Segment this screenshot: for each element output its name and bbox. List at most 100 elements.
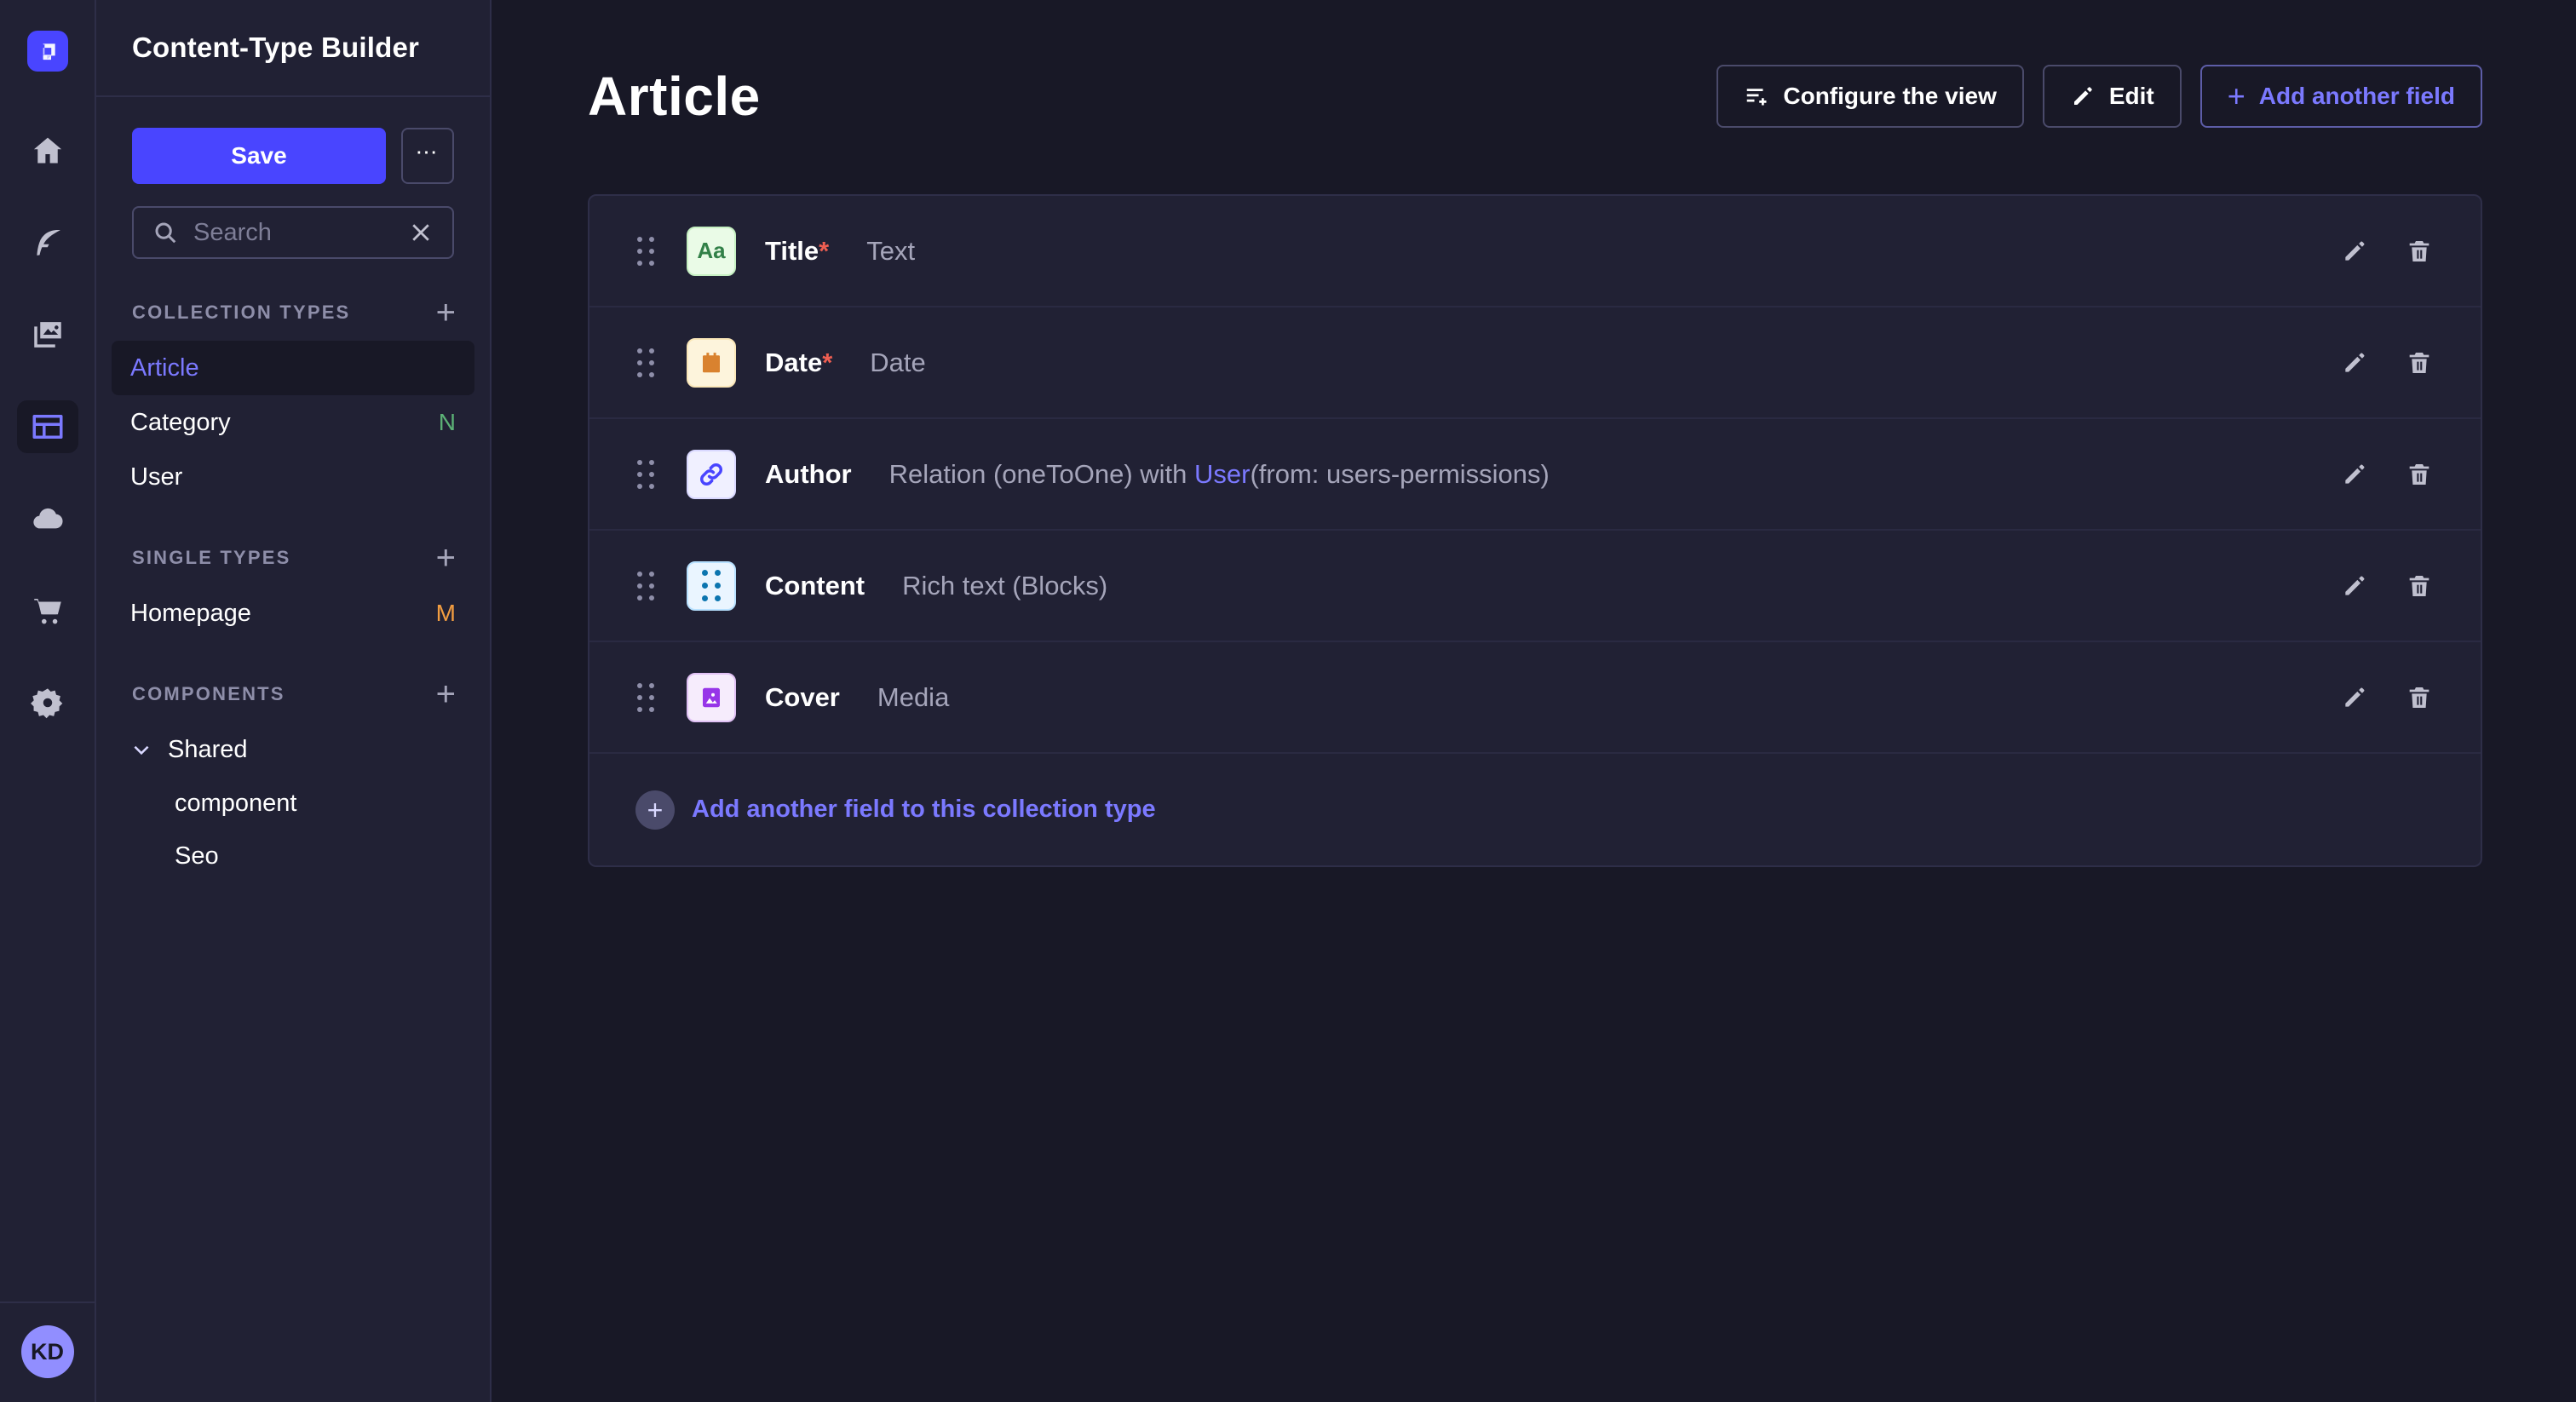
drag-handle-icon[interactable] <box>637 572 654 600</box>
field-row-author: Author Relation (oneToOne) with User(fro… <box>589 419 2481 531</box>
main-header: Article Configure the view Edit + Add an… <box>588 65 2482 128</box>
drag-handle-icon[interactable] <box>637 237 654 266</box>
relation-field-icon <box>687 450 736 499</box>
field-row-cover: Cover Media <box>589 642 2481 754</box>
search-input[interactable] <box>193 219 393 247</box>
rail-footer: KD <box>0 1301 95 1402</box>
text-field-icon: Aa <box>687 227 736 276</box>
media-library-icon[interactable] <box>17 308 78 361</box>
drag-handle-icon[interactable] <box>637 683 654 712</box>
strapi-logo-icon[interactable] <box>27 31 68 72</box>
sidebar-item-component[interactable]: component <box>112 777 474 830</box>
add-component-icon[interactable]: + <box>436 681 456 707</box>
sidebar-item-user[interactable]: User <box>112 450 474 504</box>
field-type: Text <box>866 236 915 267</box>
add-field-footer-button[interactable]: + Add another field to this collection t… <box>589 754 2481 865</box>
date-field-icon <box>687 338 736 388</box>
field-name: Title* <box>765 236 829 267</box>
user-avatar[interactable]: KD <box>21 1325 74 1378</box>
cloud-icon[interactable] <box>17 492 78 545</box>
edit-field-icon[interactable] <box>2341 684 2368 711</box>
ctb-sidebar: Content-Type Builder Save ⋯ COLLECTION T… <box>96 0 492 1402</box>
delete-field-icon[interactable] <box>2406 684 2433 711</box>
collection-types-list: Article Category N User <box>112 341 474 504</box>
row-actions <box>2341 684 2433 711</box>
field-row-date: Date* Date <box>589 307 2481 419</box>
single-types-header: SINGLE TYPES + <box>96 545 490 571</box>
sidebar-body: Save ⋯ COLLECTION TYPES + Article <box>96 97 490 882</box>
main-content: Article Configure the view Edit + Add an… <box>492 0 2576 1402</box>
relation-target-link[interactable]: User <box>1194 459 1250 489</box>
save-button[interactable]: Save <box>132 128 386 184</box>
chevron-down-icon <box>130 738 152 761</box>
header-actions: Configure the view Edit + Add another fi… <box>1716 65 2482 128</box>
required-asterisk: * <box>819 236 829 266</box>
row-actions <box>2341 349 2433 376</box>
sidebar-item-seo[interactable]: Seo <box>112 830 474 882</box>
content-type-builder-icon[interactable] <box>17 400 78 453</box>
field-type: Relation (oneToOne) with User(from: user… <box>889 459 1550 490</box>
delete-field-icon[interactable] <box>2406 349 2433 376</box>
sidebar-item-category[interactable]: Category N <box>112 395 474 450</box>
more-options-icon[interactable]: ⋯ <box>401 128 454 184</box>
quill-icon[interactable] <box>17 216 78 269</box>
add-another-field-button[interactable]: + Add another field <box>2200 65 2482 128</box>
configure-view-button[interactable]: Configure the view <box>1716 65 2023 128</box>
field-name: Content <box>765 571 865 601</box>
plugin-title: Content-Type Builder <box>132 32 419 64</box>
edit-field-icon[interactable] <box>2341 461 2368 488</box>
aa-glyph: Aa <box>697 238 725 264</box>
delete-field-icon[interactable] <box>2406 238 2433 265</box>
nav-rail: KD <box>0 0 96 1402</box>
components-header: COMPONENTS + <box>96 681 490 707</box>
add-field-footer-label: Add another field to this collection typ… <box>692 796 1156 824</box>
edit-field-icon[interactable] <box>2341 349 2368 376</box>
sidebar-item-article[interactable]: Article <box>112 341 474 395</box>
configure-list-icon <box>1744 83 1769 109</box>
sidebar-header: Content-Type Builder <box>96 0 490 97</box>
pencil-icon <box>2070 83 2096 109</box>
section-label: COLLECTION TYPES <box>132 302 350 324</box>
row-actions <box>2341 461 2433 488</box>
section-label: SINGLE TYPES <box>132 547 291 569</box>
marketplace-cart-icon[interactable] <box>17 584 78 637</box>
add-collection-type-icon[interactable]: + <box>436 300 456 325</box>
button-label: Add another field <box>2259 83 2455 110</box>
edit-button[interactable]: Edit <box>2043 65 2182 128</box>
drag-handle-icon[interactable] <box>637 460 654 489</box>
edit-field-icon[interactable] <box>2341 572 2368 600</box>
delete-field-icon[interactable] <box>2406 461 2433 488</box>
new-badge: N <box>439 409 456 436</box>
field-type: Media <box>877 682 949 713</box>
button-label: Edit <box>2109 83 2154 110</box>
media-field-icon <box>687 673 736 722</box>
plus-circle-icon: + <box>635 790 675 830</box>
settings-gear-icon[interactable] <box>17 676 78 729</box>
home-icon[interactable] <box>17 124 78 177</box>
group-label: Shared <box>168 736 248 764</box>
edit-field-icon[interactable] <box>2341 238 2368 265</box>
item-label: Category <box>130 409 231 437</box>
field-row-content: Content Rich text (Blocks) <box>589 531 2481 642</box>
blocks-field-icon <box>687 561 736 611</box>
page-title: Article <box>588 65 761 128</box>
delete-field-icon[interactable] <box>2406 572 2433 600</box>
field-name: Date* <box>765 348 832 378</box>
drag-handle-icon[interactable] <box>637 348 654 377</box>
field-name: Cover <box>765 682 840 713</box>
single-types-list: Homepage M <box>112 586 474 641</box>
add-single-type-icon[interactable]: + <box>436 545 456 571</box>
sidebar-item-homepage[interactable]: Homepage M <box>112 586 474 641</box>
modified-badge: M <box>436 600 456 627</box>
item-label: User <box>130 463 182 491</box>
search-clear-icon[interactable] <box>408 220 434 245</box>
nav-rail-items <box>17 124 78 729</box>
button-label: Configure the view <box>1783 83 1996 110</box>
component-group-shared[interactable]: Shared <box>112 722 474 777</box>
plus-icon: + <box>2228 83 2245 109</box>
field-type: Rich text (Blocks) <box>902 571 1107 601</box>
search-box[interactable] <box>132 206 454 259</box>
item-label: Seo <box>175 842 219 871</box>
collection-types-header: COLLECTION TYPES + <box>96 300 490 325</box>
item-label: Homepage <box>130 600 251 628</box>
